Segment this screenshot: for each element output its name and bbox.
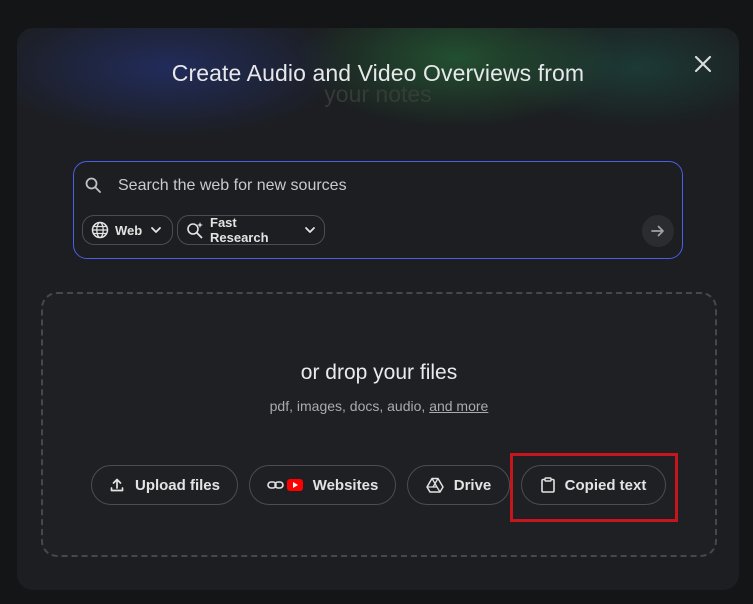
source-type-label: Web <box>115 222 143 238</box>
drop-zone-subtitle: pdf, images, docs, audio, and more <box>43 398 715 414</box>
youtube-icon <box>286 479 303 491</box>
globe-icon <box>91 221 109 239</box>
add-sources-dialog: your notes Create Audio and Video Overvi… <box>17 28 739 590</box>
drive-button[interactable]: Drive <box>407 465 510 505</box>
close-button[interactable] <box>689 50 717 78</box>
search-input[interactable] <box>118 172 638 200</box>
sparkle-search-icon <box>186 221 204 239</box>
chevron-down-icon <box>150 224 162 236</box>
drive-label: Drive <box>453 476 492 494</box>
supported-formats-text: pdf, images, docs, audio, <box>269 398 426 414</box>
drop-zone-title: or drop your files <box>300 361 458 384</box>
upload-files-label: Upload files <box>134 476 220 494</box>
copied-text-button[interactable]: Copied text <box>521 465 666 505</box>
arrow-right-icon <box>651 225 664 237</box>
source-type-dropdown[interactable]: Web <box>82 215 173 245</box>
drive-icon <box>425 477 444 493</box>
search-submit-button[interactable] <box>642 215 674 247</box>
websites-label: Websites <box>312 476 379 494</box>
file-drop-zone[interactable]: or drop your files pdf, images, docs, au… <box>41 292 717 557</box>
link-icon <box>266 478 285 492</box>
dialog-title: Create Audio and Video Overviews from <box>171 60 585 86</box>
search-icon <box>85 177 101 193</box>
upload-files-button[interactable]: Upload files <box>91 465 238 505</box>
research-mode-label: Fast Research <box>210 215 269 245</box>
copied-text-label: Copied text <box>564 476 647 494</box>
close-icon <box>694 55 712 73</box>
upload-icon <box>109 477 125 493</box>
websites-button[interactable]: Websites <box>249 465 396 505</box>
and-more-link[interactable]: and more <box>429 398 488 414</box>
research-mode-dropdown[interactable]: Fast Research <box>177 215 325 245</box>
clipboard-icon <box>540 477 555 493</box>
chevron-down-icon <box>304 224 316 236</box>
web-search-box: Web Fast Research <box>73 161 683 259</box>
